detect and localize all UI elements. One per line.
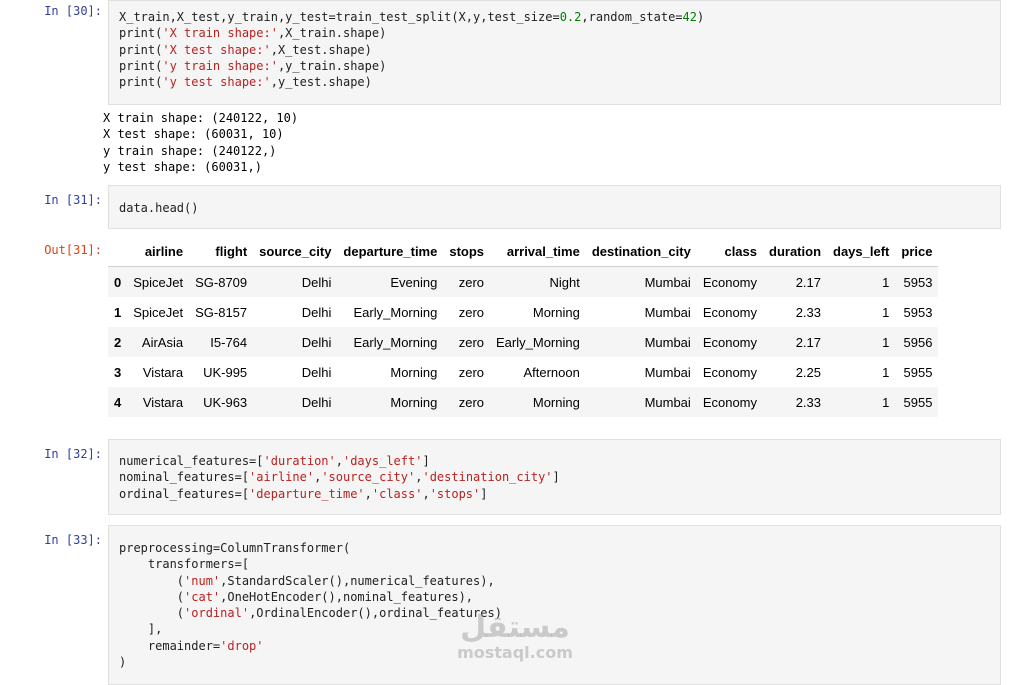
code-input-33[interactable]: preprocessing=ColumnTransformer( transfo…	[108, 525, 1001, 685]
code-input-30[interactable]: X_train,X_test,y_train,y_test=train_test…	[108, 0, 1001, 105]
table-cell: Economy	[702, 364, 758, 380]
code-input-31[interactable]: data.head()	[108, 185, 1001, 229]
table-cell: Night	[549, 274, 580, 290]
table-cell: Early_Morning	[353, 334, 438, 350]
table-cell: Vistara	[142, 364, 184, 380]
table-cell: UK-963	[203, 394, 248, 410]
table-cell: 5953	[903, 274, 933, 290]
code-text-30: X_train,X_test,y_train,y_test=train_test…	[119, 10, 705, 90]
row-index: 0	[114, 274, 122, 290]
table-cell: Economy	[702, 304, 758, 320]
cell-prompt-33: In [33]:	[44, 533, 102, 547]
table-cell: Delhi	[301, 274, 332, 290]
column-header: departure_time	[337, 236, 444, 267]
table-row: 4 Vistara UK-963 Delhi Morning zero Morn…	[108, 387, 939, 417]
table-cell: SG-8157	[195, 304, 248, 320]
table-cell: zero	[458, 274, 485, 290]
column-header: flight	[189, 236, 254, 267]
dataframe-header-row: airline flight source_city departure_tim…	[108, 236, 939, 267]
cell-prompt-31: In [31]:	[44, 193, 102, 207]
table-cell: Morning	[390, 364, 438, 380]
table-cell: 1	[882, 274, 890, 290]
table-cell: 2.17	[795, 334, 822, 350]
table-cell: SpiceJet	[133, 304, 184, 320]
cell-output-30: X train shape: (240122, 10) X test shape…	[103, 111, 299, 174]
table-cell: 1	[882, 334, 890, 350]
column-header: duration	[763, 236, 828, 267]
code-text-33: preprocessing=ColumnTransformer( transfo…	[119, 541, 502, 670]
table-cell: Economy	[702, 334, 758, 350]
table-row: 3 Vistara UK-995 Delhi Morning zero Afte…	[108, 357, 938, 387]
table-cell: 2.17	[795, 274, 822, 290]
table-cell: Mumbai	[644, 334, 691, 350]
table-cell: SpiceJet	[133, 274, 184, 290]
table-cell: 2.33	[795, 394, 822, 410]
code-input-32[interactable]: numerical_features=['duration','days_lef…	[108, 439, 1001, 515]
table-cell: 5955	[903, 364, 933, 380]
table-cell: Delhi	[301, 334, 332, 350]
table-cell: I5-764	[210, 334, 248, 350]
column-header: destination_city	[585, 236, 697, 267]
table-cell: 5953	[903, 304, 933, 320]
table-cell: 1	[882, 304, 890, 320]
table-cell: Evening	[390, 274, 438, 290]
index-header	[108, 236, 128, 267]
table-cell: Mumbai	[644, 394, 691, 410]
row-index: 4	[114, 394, 122, 410]
table-cell: Delhi	[301, 304, 332, 320]
row-index: 2	[114, 334, 122, 350]
column-header: days_left	[827, 236, 896, 267]
table-cell: Early_Morning	[353, 304, 438, 320]
table-cell: Economy	[702, 394, 758, 410]
table-cell: 2.33	[795, 304, 822, 320]
code-text-32: numerical_features=['duration','days_lef…	[119, 454, 560, 501]
table-cell: Mumbai	[644, 304, 691, 320]
code-text-31: data.head()	[119, 201, 199, 215]
table-row: 0 SpiceJet SG-8709 Delhi Evening zero Ni…	[108, 266, 939, 297]
table-cell: zero	[458, 334, 485, 350]
column-header: airline	[127, 236, 190, 267]
cell-out-prompt-31: Out[31]:	[44, 243, 102, 257]
table-cell: Delhi	[301, 394, 332, 410]
table-cell: zero	[458, 304, 485, 320]
column-header: arrival_time	[490, 236, 586, 267]
table-cell: SG-8709	[195, 274, 248, 290]
table-cell: zero	[458, 394, 485, 410]
table-cell: Economy	[702, 274, 758, 290]
row-index: 3	[114, 364, 122, 380]
table-cell: Mumbai	[644, 274, 691, 290]
table-cell: zero	[458, 364, 485, 380]
table-cell: 5955	[903, 394, 933, 410]
table-cell: Morning	[532, 394, 580, 410]
row-index: 1	[114, 304, 122, 320]
table-cell: Morning	[390, 394, 438, 410]
table-cell: Morning	[532, 304, 580, 320]
table-cell: Afternoon	[523, 364, 580, 380]
table-cell: Mumbai	[644, 364, 691, 380]
cell-prompt-32: In [32]:	[44, 447, 102, 461]
table-cell: 1	[882, 364, 890, 380]
table-cell: AirAsia	[141, 334, 184, 350]
dataframe-table: airline flight source_city departure_tim…	[108, 236, 939, 417]
table-row: 1 SpiceJet SG-8157 Delhi Early_Morning z…	[108, 297, 938, 327]
column-header: class	[696, 236, 764, 267]
cell-prompt-30: In [30]:	[44, 4, 102, 18]
column-header: stops	[443, 236, 491, 267]
table-cell: 2.25	[795, 364, 822, 380]
table-cell: Vistara	[142, 394, 184, 410]
table-cell: Delhi	[301, 364, 332, 380]
column-header: price	[895, 236, 939, 267]
table-cell: 1	[882, 394, 890, 410]
column-header: source_city	[253, 236, 338, 267]
table-row: 2 AirAsia I5-764 Delhi Early_Morning zer…	[108, 327, 939, 357]
table-cell: Early_Morning	[496, 334, 580, 350]
table-cell: 5956	[903, 334, 933, 350]
table-cell: UK-995	[203, 364, 248, 380]
